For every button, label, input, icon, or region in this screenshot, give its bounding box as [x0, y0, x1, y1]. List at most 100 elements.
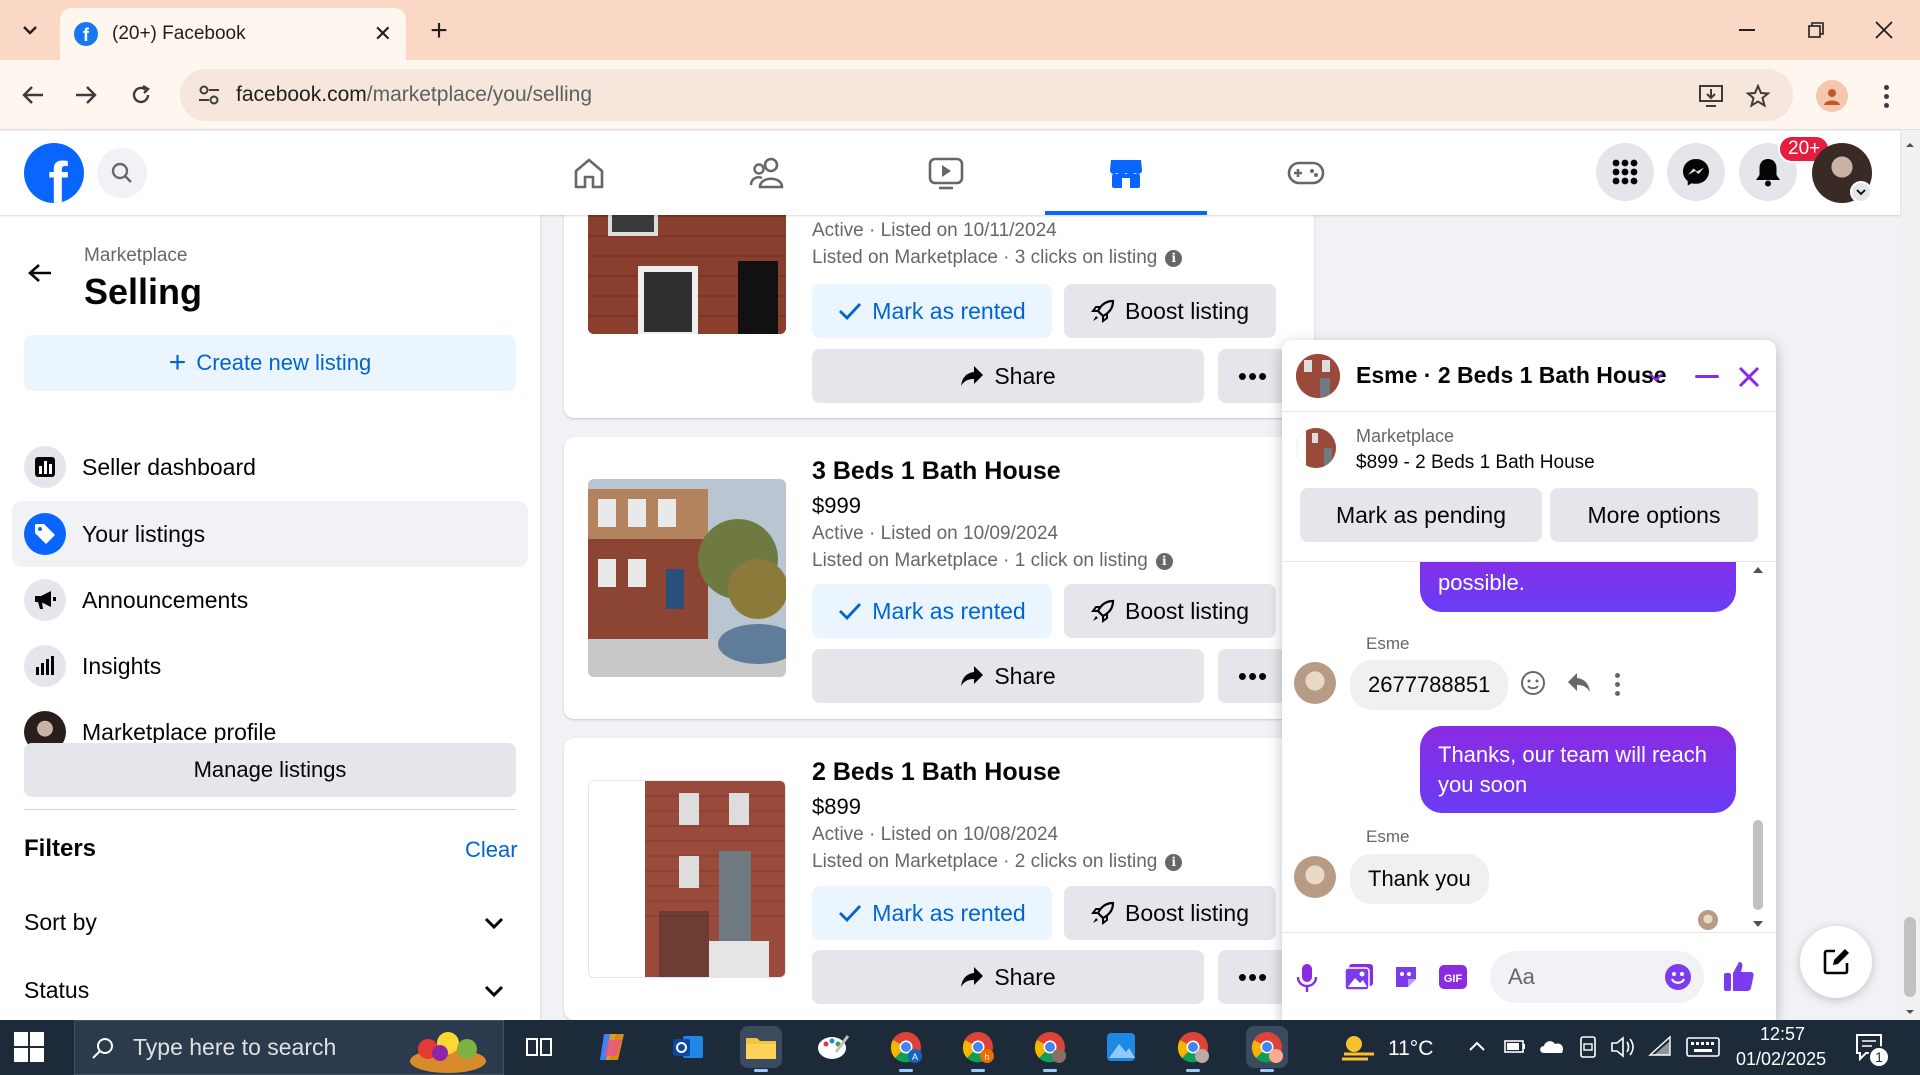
chrome-profile-h-icon[interactable]: h — [957, 1026, 999, 1072]
sender-avatar[interactable] — [1294, 662, 1336, 704]
sender-avatar[interactable] — [1294, 856, 1336, 898]
device-icon[interactable] — [1578, 1035, 1598, 1059]
nav-friends[interactable] — [687, 131, 849, 215]
clear-filters-link[interactable]: Clear — [465, 837, 518, 863]
browser-profile-avatar[interactable] — [1816, 80, 1848, 112]
mark-as-rented-button[interactable]: Mark as rented — [812, 284, 1052, 338]
more-options-button[interactable]: More options — [1550, 488, 1758, 542]
listing-more-button[interactable]: ••• — [1218, 950, 1288, 1004]
create-listing-button[interactable]: + Create new listing — [24, 335, 516, 391]
reply-icon[interactable] — [1566, 670, 1594, 698]
site-info-icon[interactable] — [194, 80, 224, 110]
sort-by-filter[interactable]: Sort by — [24, 909, 516, 936]
message-more-icon[interactable] — [1608, 670, 1626, 698]
chrome-profile-a-icon[interactable]: A — [885, 1026, 927, 1072]
sidebar-item-insights[interactable]: Insights — [12, 633, 528, 699]
close-window-button[interactable] — [1862, 12, 1906, 48]
boost-listing-button[interactable]: Boost listing — [1064, 284, 1276, 338]
thumbs-up-icon[interactable] — [1722, 959, 1756, 993]
file-explorer-icon[interactable] — [740, 1026, 782, 1072]
new-tab-button[interactable]: + — [422, 14, 456, 48]
listing-more-button[interactable]: ••• — [1218, 649, 1288, 703]
task-view-icon[interactable] — [518, 1026, 560, 1068]
mark-as-rented-button[interactable]: Mark as rented — [812, 584, 1052, 638]
volume-icon[interactable] — [1610, 1035, 1636, 1059]
boost-listing-button[interactable]: Boost listing — [1064, 584, 1276, 638]
mark-as-rented-button[interactable]: Mark as rented — [812, 886, 1052, 940]
nav-gaming[interactable] — [1225, 131, 1387, 215]
sidebar-back-button[interactable] — [22, 255, 58, 291]
info-icon[interactable]: i — [1155, 552, 1173, 570]
keyboard-icon[interactable] — [1686, 1036, 1720, 1058]
sticker-icon[interactable] — [1392, 963, 1420, 991]
facebook-logo[interactable]: f — [24, 143, 84, 203]
photo-icon[interactable] — [1344, 963, 1374, 991]
manage-listings-button[interactable]: Manage listings — [24, 743, 516, 797]
chrome-active-icon[interactable] — [1246, 1026, 1288, 1072]
close-tab-icon[interactable]: ✕ — [374, 21, 392, 47]
reload-button[interactable] — [122, 76, 160, 114]
chat-header[interactable]: Esme · 2 Beds 1 Bath House — [1282, 340, 1776, 412]
chat-scrollbar-thumb[interactable] — [1753, 820, 1763, 910]
listing-title[interactable]: 3 Beds 1 Bath House — [812, 457, 1061, 486]
sidebar-item-your-listings[interactable]: Your listings — [12, 501, 528, 567]
onedrive-icon[interactable] — [1538, 1036, 1566, 1056]
menu-grid-button[interactable] — [1596, 143, 1654, 201]
mark-as-pending-button[interactable]: Mark as pending — [1300, 488, 1542, 542]
back-button[interactable] — [14, 76, 52, 114]
copilot-icon[interactable] — [592, 1026, 634, 1068]
nav-video[interactable] — [865, 131, 1027, 215]
tray-overflow-icon[interactable] — [1468, 1040, 1486, 1052]
clock-time[interactable]: 12:57 — [1760, 1024, 1805, 1045]
nav-home[interactable] — [508, 131, 670, 215]
browser-menu-icon[interactable] — [1874, 80, 1898, 112]
microphone-icon[interactable] — [1296, 963, 1318, 993]
forward-button[interactable] — [67, 76, 105, 114]
chrome-profile-b-icon[interactable] — [1172, 1026, 1214, 1072]
minimize-chat-button[interactable] — [1692, 362, 1722, 392]
restore-window-button[interactable] — [1794, 12, 1838, 48]
share-button[interactable]: Share — [812, 649, 1204, 703]
share-button[interactable]: Share — [812, 349, 1204, 403]
photos-icon[interactable] — [1100, 1026, 1142, 1068]
listing-photo[interactable] — [588, 479, 786, 677]
page-scrollbar-thumb[interactable] — [1904, 917, 1916, 997]
page-scrollbar[interactable] — [1900, 131, 1920, 1020]
bookmark-star-icon[interactable] — [1743, 81, 1773, 111]
facebook-search-button[interactable] — [97, 148, 147, 198]
context-item[interactable]: $899 - 2 Beds 1 Bath House — [1356, 452, 1595, 474]
outlook-icon[interactable] — [667, 1026, 709, 1068]
taskbar-search-box[interactable]: Type here to search — [74, 1020, 504, 1075]
chat-scrollbar[interactable] — [1747, 562, 1769, 932]
weather-icon[interactable] — [1340, 1032, 1378, 1062]
react-smiley-icon[interactable] — [1520, 670, 1548, 698]
minimize-window-button[interactable] — [1725, 12, 1769, 48]
browser-tab-facebook[interactable]: f (20+) Facebook ✕ — [60, 8, 406, 60]
new-message-button[interactable] — [1800, 926, 1872, 998]
tab-search-button[interactable] — [10, 12, 50, 48]
paint-icon[interactable] — [812, 1026, 854, 1068]
install-app-icon[interactable] — [1696, 81, 1726, 111]
close-chat-button[interactable] — [1734, 362, 1764, 392]
status-filter[interactable]: Status — [24, 977, 516, 1004]
sidebar-item-announcements[interactable]: Announcements — [12, 567, 528, 633]
breadcrumb[interactable]: Marketplace — [84, 245, 188, 267]
clock-date[interactable]: 01/02/2025 — [1736, 1049, 1826, 1070]
gif-icon[interactable]: GIF — [1438, 963, 1468, 991]
wifi-icon[interactable] — [1648, 1035, 1674, 1057]
temperature-text[interactable]: 11°C — [1388, 1037, 1433, 1061]
start-button[interactable] — [14, 1032, 44, 1062]
listing-photo[interactable] — [588, 780, 786, 978]
boost-listing-button[interactable]: Boost listing — [1064, 886, 1276, 940]
account-chevron-icon[interactable] — [1850, 181, 1872, 203]
chat-title[interactable]: Esme · 2 Beds 1 Bath House — [1356, 362, 1667, 389]
battery-icon[interactable] — [1503, 1036, 1527, 1056]
info-icon[interactable]: i — [1165, 249, 1183, 267]
info-icon[interactable]: i — [1165, 853, 1183, 871]
address-bar[interactable]: facebook.com/marketplace/you/selling — [180, 69, 1793, 121]
messenger-button[interactable] — [1667, 143, 1725, 201]
listing-more-button[interactable]: ••• — [1218, 349, 1288, 403]
share-button[interactable]: Share — [812, 950, 1204, 1004]
chrome-profile-photo-icon[interactable] — [1029, 1026, 1071, 1072]
nav-marketplace[interactable] — [1045, 131, 1207, 215]
